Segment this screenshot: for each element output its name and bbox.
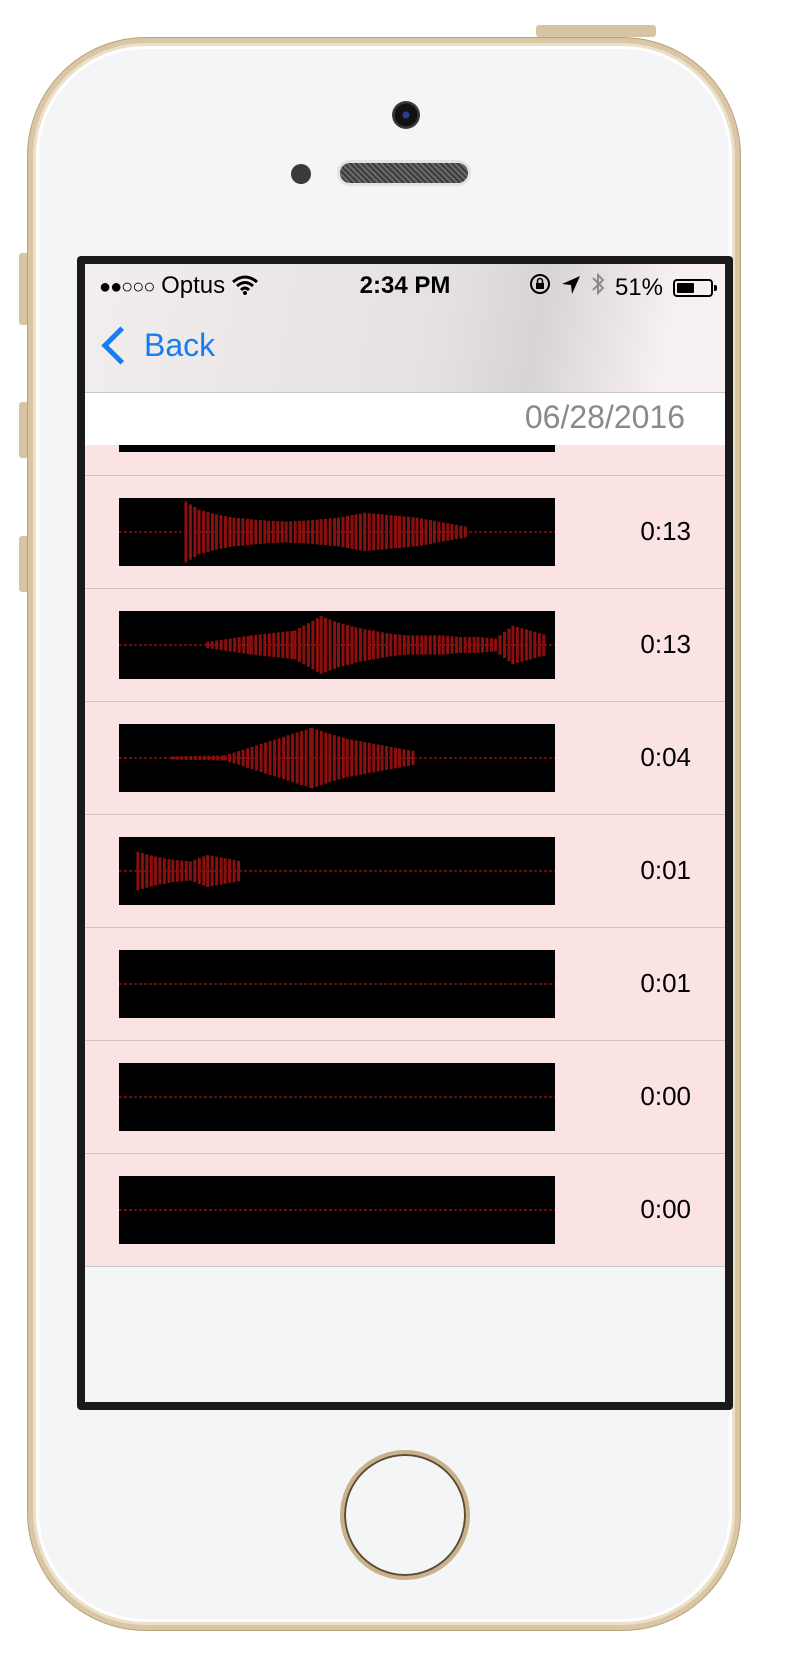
recording-duration: 0:01	[640, 968, 691, 998]
list-item[interactable]: 0:01	[85, 815, 725, 928]
waveform	[119, 724, 555, 792]
back-button[interactable]: Back	[99, 322, 215, 368]
bluetooth-icon	[591, 272, 605, 303]
earpiece-speaker	[337, 160, 471, 186]
recording-duration: 0:00	[640, 1194, 691, 1224]
battery-percentage: 51%	[614, 273, 663, 301]
status-bar: ●●○○○ Optus 2:34 PM 51%	[85, 264, 725, 304]
waveform	[119, 1063, 555, 1131]
list-item[interactable]: 0:00	[85, 1041, 725, 1154]
chevron-left-icon	[101, 325, 140, 365]
recording-duration: 0:04	[640, 742, 691, 772]
recording-duration: 0:13	[640, 629, 691, 659]
navigation-bar: ●●○○○ Optus 2:34 PM 51% Back	[85, 264, 725, 393]
waveform	[119, 445, 555, 452]
list-item[interactable]: 0:04	[85, 702, 725, 815]
waveform	[119, 950, 555, 1018]
waveform	[119, 1176, 555, 1244]
section-header: 06/28/2016	[85, 393, 725, 445]
waveform	[119, 498, 555, 566]
home-button[interactable]	[340, 1450, 470, 1580]
battery-icon	[673, 278, 717, 297]
list-item-partial[interactable]	[85, 445, 725, 476]
recording-duration: 0:00	[640, 1081, 691, 1111]
list-item[interactable]: 0:13	[85, 476, 725, 589]
recordings-list[interactable]: 0:13 0:13 0:04 0:01 0:01 0:00 0:00	[85, 445, 725, 1267]
recording-duration: 0:01	[640, 855, 691, 885]
list-item[interactable]: 0:13	[85, 589, 725, 702]
screen-bezel: ●●○○○ Optus 2:34 PM 51% Back 06/28/2016 …	[77, 256, 733, 1410]
section-date: 06/28/2016	[524, 399, 685, 435]
recording-duration: 0:13	[640, 516, 691, 546]
orientation-lock-icon	[529, 273, 551, 302]
list-item[interactable]: 0:01	[85, 928, 725, 1041]
waveform	[119, 611, 555, 679]
screen: ●●○○○ Optus 2:34 PM 51% Back 06/28/2016 …	[85, 264, 725, 1402]
sleep-wake-button[interactable]	[536, 25, 656, 37]
front-camera	[392, 101, 420, 129]
back-button-label: Back	[144, 326, 216, 363]
proximity-sensor	[291, 164, 311, 184]
waveform	[119, 837, 555, 905]
location-icon	[561, 274, 581, 302]
list-item[interactable]: 0:00	[85, 1154, 725, 1267]
